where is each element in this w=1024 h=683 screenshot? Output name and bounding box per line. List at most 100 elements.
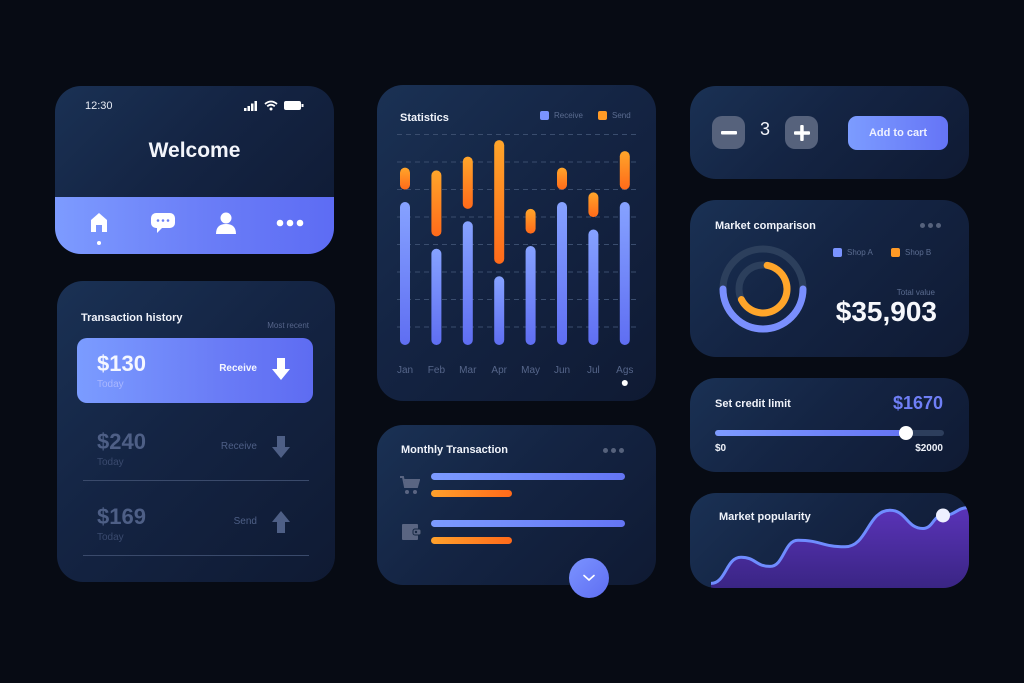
credit-limit-value: $1670: [892, 393, 943, 413]
bar-receive-jul[interactable]: [588, 229, 599, 346]
bar-send-may[interactable]: [525, 208, 536, 234]
slider-fill: [715, 430, 907, 436]
bar-send-apr[interactable]: [494, 140, 505, 264]
transaction-row[interactable]: $240 Today Receive: [77, 416, 313, 481]
bottom-nav: [55, 197, 334, 254]
status-bar-icons: [244, 100, 304, 111]
transaction-amount: $240: [97, 429, 146, 454]
bar-send-mar[interactable]: [462, 156, 473, 209]
chat-bubble-icon: [150, 212, 175, 233]
statistics-title: Statistics: [400, 112, 449, 124]
nav-profile[interactable]: [206, 203, 246, 243]
transaction-row[interactable]: $130 Today Receive: [77, 338, 313, 403]
dot: [603, 448, 608, 453]
transaction-row[interactable]: $169 Today Send: [77, 491, 313, 556]
minus-icon: [720, 130, 737, 134]
transaction-type: Send: [233, 516, 257, 527]
market-popularity-card: Market popularity: [690, 493, 969, 588]
slider-thumb[interactable]: [899, 426, 914, 440]
transaction-date: Today: [97, 532, 124, 543]
market-comparison-card: Market comparison Shop A Shop B Total va…: [690, 200, 969, 357]
bar-receive-jun[interactable]: [557, 202, 567, 345]
bar-receive-ags[interactable]: [619, 202, 630, 345]
expand-button[interactable]: [569, 558, 609, 598]
bar-receive-feb[interactable]: [431, 248, 442, 345]
welcome-title: Welcome: [148, 139, 241, 162]
more-options-button[interactable]: [603, 448, 624, 453]
arrow-down-icon: [272, 358, 290, 380]
credit-limit-slider[interactable]: [715, 426, 944, 440]
total-value: $35,903: [835, 296, 937, 327]
legend-label: Shop A: [847, 248, 873, 257]
legend-shop-a: Shop A: [833, 248, 873, 257]
dot: [619, 448, 624, 453]
bar-send-jun[interactable]: [557, 167, 567, 190]
transaction-amount: $130: [97, 351, 146, 376]
transaction-type: Receive: [219, 363, 257, 374]
sort-filter[interactable]: Most recent: [267, 321, 309, 330]
receive-bar: [431, 520, 625, 527]
popularity-marker[interactable]: [936, 508, 950, 523]
battery-icon: [284, 101, 304, 110]
credit-limit-title: Set credit limit: [715, 398, 791, 410]
popularity-chart: [710, 506, 969, 588]
increment-button[interactable]: [785, 116, 818, 149]
x-tick-label: Ags: [616, 365, 633, 376]
legend-swatch-shop-b: [891, 248, 900, 257]
shop-a-arc: [719, 285, 807, 333]
transaction-date: Today: [97, 457, 124, 468]
chevron-down-icon: [583, 574, 595, 582]
transaction-amount: $169: [97, 504, 146, 529]
monthly-transaction-card: Monthly Transaction: [377, 425, 656, 585]
receive-bar: [431, 473, 625, 480]
x-tick-label: Feb: [428, 365, 446, 376]
bar-send-feb[interactable]: [431, 170, 442, 237]
bar-receive-jan[interactable]: [400, 202, 410, 345]
bar-receive-mar[interactable]: [462, 221, 473, 345]
nav-home[interactable]: [79, 203, 119, 245]
welcome-card: 12:30 Welcome: [55, 86, 334, 254]
signal-icon: [244, 100, 257, 111]
legend-label: Send: [612, 111, 631, 120]
transaction-history-title: Transaction history: [81, 312, 183, 324]
user-icon: [216, 212, 237, 234]
divider: [83, 480, 309, 481]
nav-messages[interactable]: [143, 203, 183, 243]
quantity-cart-card: 3 Add to cart: [690, 86, 969, 179]
bar-receive-apr[interactable]: [494, 276, 505, 345]
market-popularity-title: Market popularity: [719, 511, 811, 523]
x-tick-label: May: [521, 365, 540, 376]
legend-receive: Receive: [540, 111, 583, 120]
page-indicator-dot: [621, 380, 628, 386]
nav-more[interactable]: [270, 203, 310, 243]
x-tick-label: Jan: [397, 365, 413, 376]
wallet-icon: [402, 524, 422, 540]
more-dots-icon: [276, 219, 304, 226]
bar-send-jul[interactable]: [588, 192, 599, 218]
divider: [83, 555, 309, 556]
send-bar: [431, 537, 513, 544]
status-time: 12:30: [85, 100, 113, 112]
arrow-down-icon: [272, 436, 290, 458]
transaction-type: Receive: [220, 441, 257, 452]
x-tick-label: Jul: [587, 365, 600, 376]
statistics-chart: Jan Feb Mar Apr May Jun Jul Ags: [397, 134, 639, 386]
add-to-cart-button[interactable]: Add to cart: [848, 116, 948, 150]
bar-send-ags[interactable]: [619, 151, 630, 190]
legend-swatch-receive: [540, 111, 549, 120]
dot: [611, 448, 616, 453]
home-icon: [90, 213, 107, 232]
bar-receive-may[interactable]: [525, 246, 536, 345]
cart-icon: [400, 476, 420, 494]
wifi-icon: [264, 100, 278, 111]
legend-label: Shop B: [905, 248, 932, 257]
market-donut-chart: [719, 245, 807, 333]
transaction-date: Today: [97, 379, 124, 390]
active-indicator: [96, 240, 101, 245]
legend-shop-b: Shop B: [891, 248, 931, 257]
legend-send: Send: [598, 111, 631, 120]
decrement-button[interactable]: [712, 116, 745, 149]
x-tick-label: Apr: [491, 365, 507, 376]
bar-send-jan[interactable]: [400, 167, 410, 190]
slider-max-label: $2000: [915, 443, 943, 454]
